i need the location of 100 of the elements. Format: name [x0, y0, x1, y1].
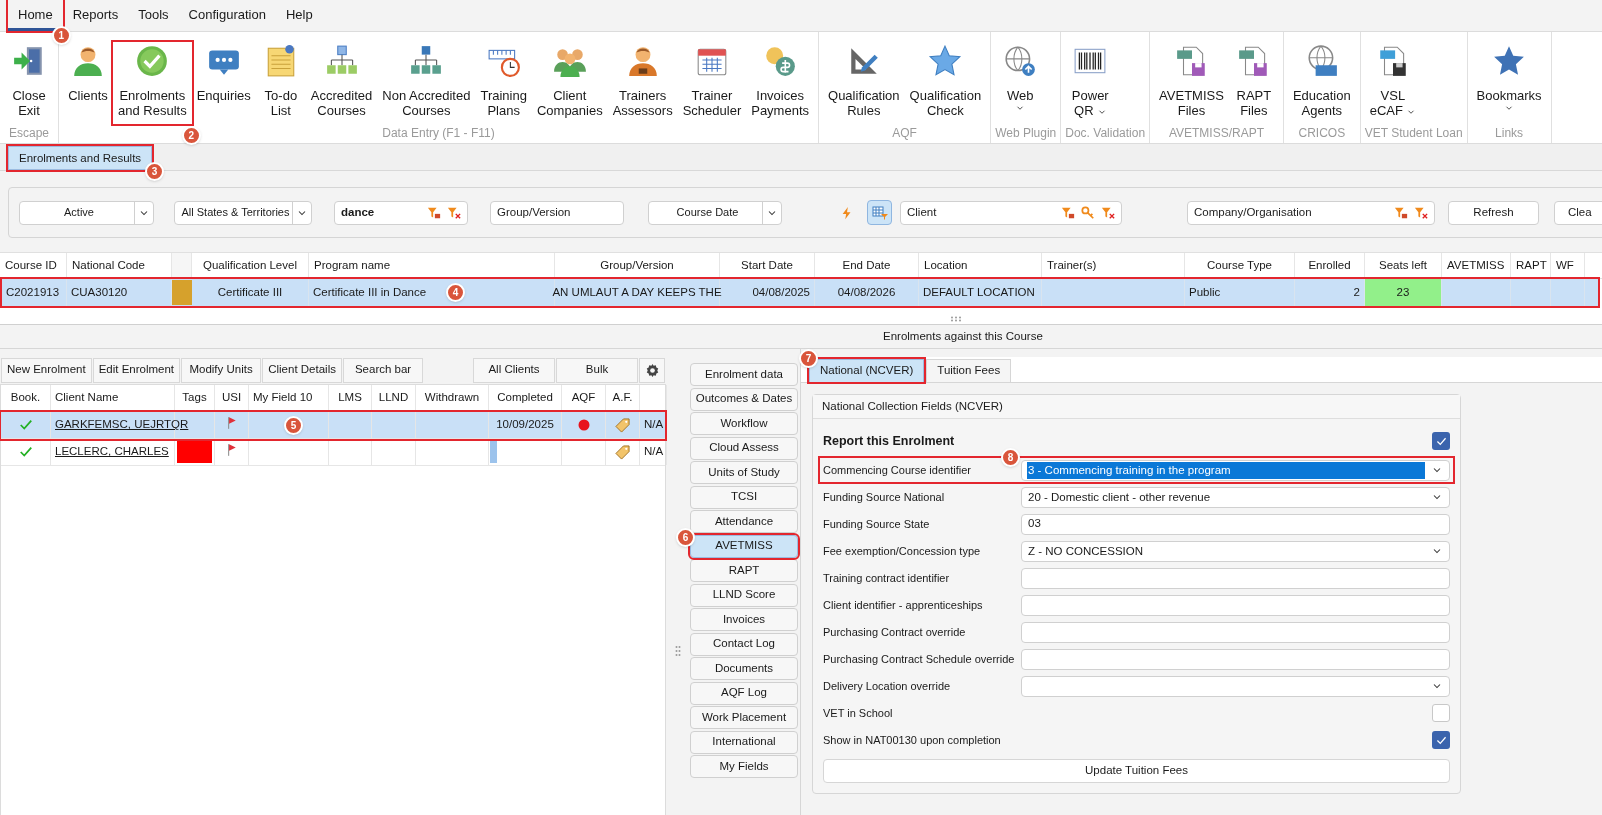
- ribbon-button[interactable]: Training Plans: [475, 42, 532, 124]
- toolbar-button[interactable]: New Enrolment: [1, 357, 92, 383]
- ribbon-button[interactable]: Close Exit: [4, 42, 54, 124]
- grid-filter-icon[interactable]: [867, 200, 892, 225]
- side-tab[interactable]: TCSI: [690, 485, 798, 509]
- ribbon-button[interactable]: Qualification Rules: [823, 42, 905, 124]
- toolbar-button[interactable]: Search bar: [343, 357, 424, 383]
- ribbon-button[interactable]: Invoices Payments: [746, 42, 815, 124]
- grip-icon: [950, 316, 962, 322]
- side-tab[interactable]: My Fields: [690, 755, 798, 778]
- filter-icon: [427, 205, 441, 220]
- side-tab[interactable]: AQF Log: [690, 681, 798, 705]
- table-cell: Public: [1185, 279, 1295, 306]
- side-tab[interactable]: Invoices: [690, 608, 798, 631]
- checkbox[interactable]: [1432, 731, 1450, 749]
- checkbox[interactable]: [1432, 704, 1450, 722]
- ribbon-button[interactable]: Trainer Scheduler: [677, 42, 747, 124]
- checkmark-icon: [135, 44, 170, 78]
- table-cell: N/A: [640, 412, 667, 438]
- ribbon-button[interactable]: Qualification Check: [904, 42, 987, 124]
- toolbar-button[interactable]: Edit Enrolment: [92, 357, 181, 383]
- side-tab[interactable]: AVETMISS: [690, 534, 798, 558]
- field-label: Delivery Location override: [823, 678, 952, 694]
- input-field[interactable]: Group/Version: [490, 200, 624, 225]
- ribbon-button[interactable]: Non Accredited Courses: [377, 42, 476, 124]
- client-link[interactable]: LECLERC, CHARLES: [55, 443, 169, 461]
- field-label: Funding Source State: [823, 516, 931, 532]
- group-label: Doc. Validation: [1065, 125, 1146, 142]
- ribbon-button[interactable]: VSL eCAF: [1364, 42, 1421, 124]
- side-tab[interactable]: LLND Score: [690, 583, 798, 607]
- column-header[interactable]: [172, 253, 192, 278]
- settings-icon[interactable]: [639, 357, 665, 383]
- side-tab[interactable]: Attendance: [690, 510, 798, 533]
- client-link[interactable]: GARKFEMSC, UEJRTQR: [55, 416, 189, 434]
- input-field[interactable]: [1021, 567, 1450, 589]
- menu-item[interactable]: Configuration: [178, 0, 276, 31]
- group-label: CRICOS: [1298, 125, 1346, 142]
- ribbon-button[interactable]: RAPT Files: [1228, 42, 1279, 124]
- input-field[interactable]: [1021, 648, 1450, 670]
- tab[interactable]: National (NCVER): [809, 359, 925, 382]
- toolbar-button[interactable]: All Clients: [473, 357, 555, 383]
- table-cell: 23: [1365, 279, 1442, 306]
- toolbar-button[interactable]: Modify Units: [181, 357, 262, 383]
- side-tab[interactable]: Contact Log: [690, 632, 798, 656]
- ribbon-button[interactable]: Enrolments and Results: [113, 42, 192, 124]
- toolbar-button[interactable]: Bulk: [556, 357, 638, 383]
- input-field[interactable]: [1021, 594, 1450, 616]
- tab[interactable]: Tuition Fees: [926, 359, 1012, 382]
- dropdown[interactable]: Z - NO CONCESSION: [1021, 540, 1450, 562]
- field-label: VET in School: [823, 705, 894, 721]
- ribbon-button[interactable]: Education Agents: [1287, 42, 1356, 124]
- dropdown[interactable]: Course Date: [648, 200, 782, 225]
- input-field[interactable]: 03: [1021, 513, 1450, 535]
- input-field[interactable]: Client: [900, 200, 1122, 225]
- ribbon-button[interactable]: To-do List: [255, 42, 306, 124]
- menu-item[interactable]: Help: [275, 0, 323, 31]
- dropdown[interactable]: 3 - Commencing training in the program: [1021, 459, 1450, 481]
- table-cell: C2021913: [2, 279, 67, 306]
- side-tab[interactable]: Cloud Assess: [690, 436, 798, 460]
- toolbar-button[interactable]: Client Details: [262, 357, 343, 383]
- button[interactable]: Update Tuition Fees: [823, 759, 1450, 783]
- panel-title: National Collection Fields (NCVER): [822, 398, 1003, 414]
- side-tab[interactable]: Work Placement: [690, 706, 798, 729]
- search-field[interactable]: dance: [334, 200, 468, 225]
- field-label: Commencing Course identifier: [823, 462, 972, 478]
- side-tab[interactable]: Enrolment data: [690, 363, 798, 386]
- dropdown[interactable]: All States & Territories: [174, 200, 312, 225]
- checkbox[interactable]: [1432, 432, 1450, 450]
- menu-item[interactable]: Tools: [128, 0, 179, 31]
- side-tab[interactable]: Outcomes & Dates: [690, 387, 798, 411]
- ribbon-button[interactable]: Web: [995, 42, 1046, 124]
- ribbon-button[interactable]: Enquiries: [191, 42, 256, 124]
- side-tab[interactable]: Workflow: [690, 412, 798, 435]
- dropdown[interactable]: [1021, 675, 1450, 697]
- globe-icon: [1003, 44, 1038, 78]
- ribbon-button[interactable]: Power QR: [1065, 42, 1116, 124]
- table-row[interactable]: LECLERC, CHARLES N/A: [1, 439, 665, 466]
- callout-badge: 8: [1001, 448, 1020, 467]
- side-tab[interactable]: International: [690, 730, 798, 754]
- ribbon-button[interactable]: Client Companies: [531, 42, 608, 124]
- ribbon-button[interactable]: Trainers Assessors: [607, 42, 678, 124]
- clear-filter-icon: [1101, 205, 1115, 220]
- button[interactable]: Clea: [1554, 200, 1602, 225]
- ribbon-button[interactable]: Bookmarks: [1471, 42, 1547, 124]
- callout-badge: 7: [799, 349, 818, 368]
- field-label: Training contract identifier: [823, 570, 951, 586]
- ribbon-button[interactable]: Clients: [63, 42, 113, 124]
- side-tab[interactable]: Documents: [690, 657, 798, 680]
- dropdown[interactable]: 20 - Domestic client - other revenue: [1021, 486, 1450, 508]
- button[interactable]: Refresh: [1448, 200, 1539, 225]
- dropdown[interactable]: Active: [19, 200, 154, 225]
- ribbon-button[interactable]: Accredited Courses: [305, 42, 378, 124]
- input-field[interactable]: [1021, 621, 1450, 643]
- star-icon: [928, 44, 963, 78]
- side-tab[interactable]: RAPT: [690, 559, 798, 582]
- document-tab[interactable]: Enrolments and Results: [8, 146, 153, 170]
- coins-icon: [763, 44, 798, 78]
- side-tab[interactable]: Units of Study: [690, 461, 798, 484]
- ribbon-button[interactable]: AVETMISS Files: [1154, 42, 1229, 124]
- input-field[interactable]: Company/Organisation: [1187, 200, 1435, 225]
